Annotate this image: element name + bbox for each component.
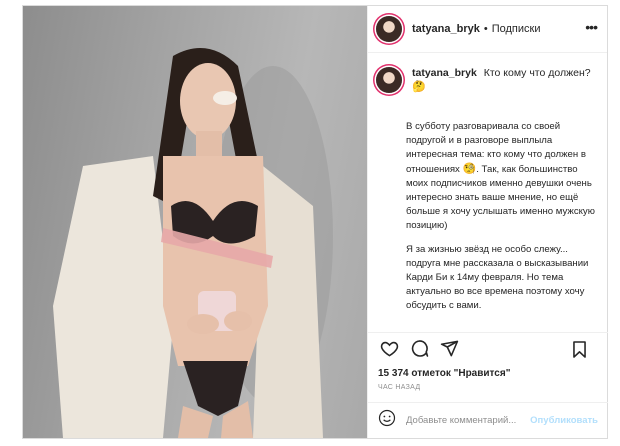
bookmark-icon[interactable] [568, 338, 590, 360]
post-photo[interactable] [23, 6, 367, 438]
following-button[interactable]: Подписки [492, 23, 541, 35]
photo-illustration [53, 48, 333, 438]
username-link[interactable]: tatyana_bryk [412, 23, 480, 35]
caption-paragraph-1: В субботу разговаривала со своей подруго… [406, 120, 600, 233]
comment-bar: Добавьте комментарий... Опубликовать [368, 402, 608, 438]
thinking-emoji-icon: 🤔 [412, 81, 426, 93]
avatar[interactable] [376, 16, 402, 42]
caption-paragraph-2: Я за жизнью звёзд не особо слежу... подр… [406, 244, 589, 311]
post-header: tatyana_bryk • Подписки ••• [368, 6, 607, 53]
caption-username[interactable]: tatyana_bryk [412, 67, 477, 79]
action-bar [368, 332, 608, 364]
heart-icon[interactable] [378, 338, 400, 360]
caption-header: tatyana_bryk Кто кому что должен? 🤔 [376, 66, 600, 94]
post-caption: tatyana_bryk Кто кому что должен? 🤔 В су… [376, 66, 600, 323]
post-timestamp[interactable]: ЧАС НАЗАД [378, 384, 420, 391]
separator-dot: • [483, 23, 488, 35]
caption-title-line: tatyana_bryk Кто кому что должен? 🤔 [412, 66, 591, 94]
more-icon[interactable]: ••• [585, 19, 598, 35]
publish-button[interactable]: Опубликовать [530, 415, 598, 426]
caption-title: Кто кому что должен? [483, 67, 591, 79]
share-icon[interactable] [438, 338, 460, 360]
instagram-post: tatyana_bryk • Подписки ••• tatyana_bryk… [22, 5, 608, 439]
monocle-emoji-icon: 🧐 [462, 163, 477, 175]
likes-count[interactable]: 15 374 отметок "Нравится" [378, 368, 510, 379]
caption-avatar[interactable] [376, 67, 402, 93]
comment-icon[interactable] [408, 338, 430, 360]
comment-input[interactable]: Добавьте комментарий... [406, 415, 516, 426]
post-sidebar: tatyana_bryk • Подписки ••• tatyana_bryk… [367, 6, 608, 438]
caption-body: В субботу разговаривала со своей подруго… [406, 120, 600, 313]
smiley-icon[interactable] [378, 409, 396, 432]
